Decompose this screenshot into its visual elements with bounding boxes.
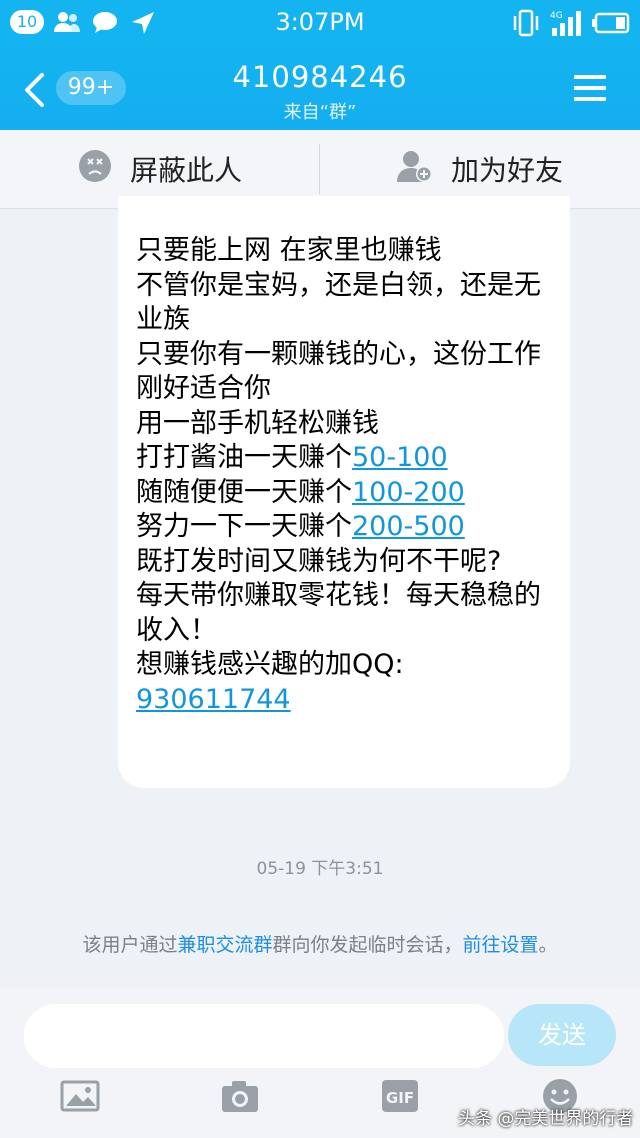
temp-session-notice: 该用户通过兼职交流群群向你发起临时会话，前往设置。: [0, 930, 640, 957]
gif-label: GIF: [386, 1089, 414, 1107]
hamburger-menu-icon: [572, 75, 608, 108]
message-line: 只要能上网 在家里也赚钱: [136, 235, 442, 266]
message-line: 每天带你赚取零花钱！每天稳稳的收入！: [136, 580, 541, 646]
vibrate-icon: [512, 8, 540, 42]
message-line: 既打发时间又赚钱为何不干呢?: [136, 545, 502, 577]
add-user-icon: [396, 149, 451, 190]
message-text: 只要能上网 在家里也赚钱 不管你是宝妈，还是白领，还是无业族 只要你有一颗赚钱的…: [136, 234, 556, 717]
blocked-face-icon: [78, 149, 130, 190]
message-line: 用一部手机轻松赚钱: [136, 407, 379, 439]
notice-text: 。: [538, 934, 558, 956]
message-input[interactable]: [24, 1004, 504, 1068]
number-link[interactable]: 100-200: [352, 477, 465, 508]
status-bar: 10 3:07PM 4G: [0, 0, 640, 46]
camera-icon[interactable]: [220, 1078, 260, 1118]
add-friend-label: 加为好友: [450, 154, 563, 187]
chat-header: 99+ 410984246 来自“群”: [0, 46, 640, 130]
message-line: 打打酱油一天赚个50-100: [136, 441, 556, 476]
watermark: 头条 @完美世界的行者: [458, 1109, 634, 1129]
message-text-segment: 随随便便一天赚个: [136, 476, 352, 508]
battery-icon: [592, 12, 630, 38]
clock: 3:07PM: [275, 8, 365, 36]
message-line: 努力一下一天赚个200-500: [136, 510, 556, 545]
menu-button[interactable]: [572, 72, 608, 104]
qq-number-link[interactable]: 930611744: [136, 684, 291, 715]
chat-title: 410984246: [232, 60, 408, 94]
group-link[interactable]: 兼职交流群: [177, 934, 272, 956]
gif-icon[interactable]: GIF: [380, 1078, 420, 1118]
message-line: 930611744: [136, 683, 556, 718]
number-link[interactable]: 200-500: [352, 511, 465, 542]
send-button[interactable]: 发送: [508, 1004, 616, 1066]
notice-text: 该用户通过: [82, 934, 178, 956]
message-text-segment: 打打酱油一天赚个: [136, 442, 352, 473]
message-timestamp: 05-19 下午3:51: [256, 859, 384, 879]
settings-link[interactable]: 前往设置: [463, 934, 539, 956]
chat-subtitle: 来自“群”: [283, 102, 357, 123]
signal-4g-icon: 4G: [548, 8, 586, 42]
message-line: 不管你是宝妈，还是白领，还是无业族: [136, 269, 541, 336]
message-text-segment: 努力一下一天赚个: [136, 511, 352, 542]
message-line: 只要你有一颗赚钱的心，这份工作刚好适合你: [136, 338, 541, 405]
image-icon[interactable]: [60, 1078, 100, 1118]
number-link[interactable]: 50-100: [352, 442, 448, 473]
message-line: 随随便便一天赚个100-200: [136, 476, 556, 511]
network-label: 4G: [550, 11, 563, 21]
block-user-label: 屏蔽此人: [129, 154, 242, 187]
message-line: 想赚钱感兴趣的加QQ:: [136, 649, 404, 680]
notice-text: 群向你发起临时会话，: [272, 934, 463, 956]
